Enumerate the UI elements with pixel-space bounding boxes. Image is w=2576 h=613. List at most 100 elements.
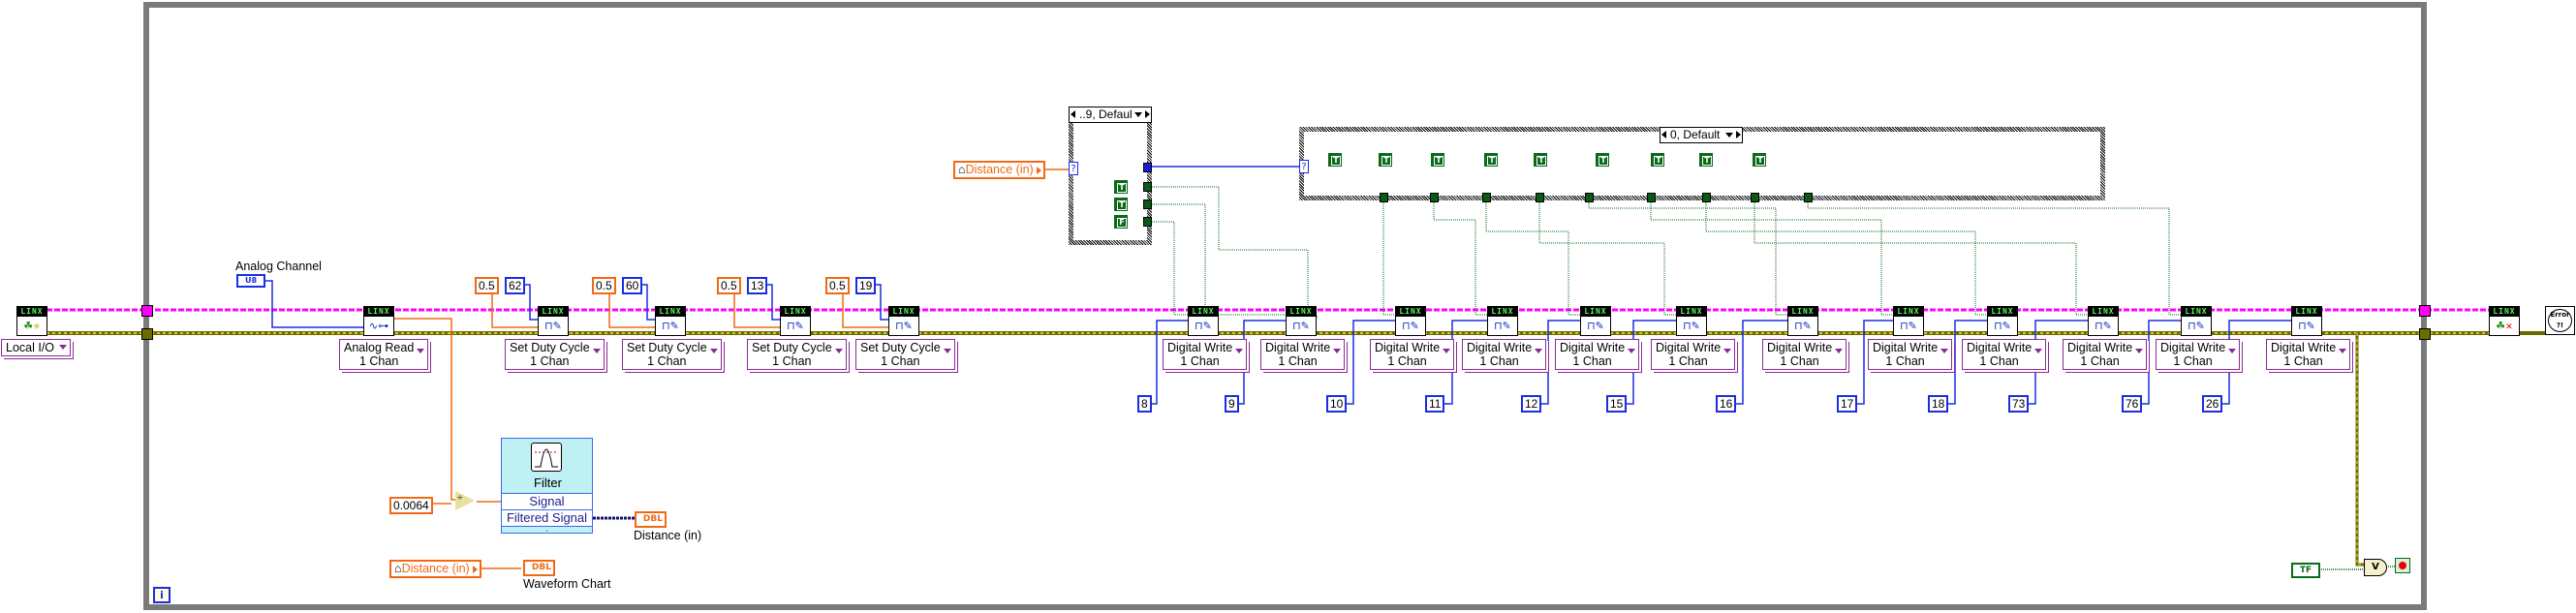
analog-channel-control[interactable]: U8 xyxy=(236,274,265,288)
prev-case-icon[interactable] xyxy=(1661,131,1666,138)
set-duty-cycle-selector[interactable]: Set Duty Cycle 1 Chan xyxy=(622,339,722,370)
boolean-wire[interactable] xyxy=(1807,202,2181,316)
case-1-output-tunnel-bool[interactable] xyxy=(1143,217,1152,227)
case-2-output-tunnel-bool[interactable] xyxy=(1482,193,1491,202)
digital-write-selector[interactable]: Digital Write 1 Chan xyxy=(1868,339,1953,370)
pwm-channel-constant[interactable]: 19 xyxy=(855,277,877,294)
boolean-wire[interactable] xyxy=(1152,186,1318,318)
digital-write-block[interactable]: LINX ⊓✎ xyxy=(1188,306,1219,336)
divide-constant[interactable]: 0.0064 xyxy=(389,497,433,514)
analog-read-block[interactable]: LINX ∿⊶ xyxy=(363,306,394,336)
digital-pin-constant[interactable]: 8 xyxy=(1137,395,1152,413)
duty-cycle-constant[interactable]: 0.5 xyxy=(475,277,499,294)
loop-tunnel-resource-right[interactable] xyxy=(2419,305,2431,317)
digital-write-selector[interactable]: Digital Write 1 Chan xyxy=(1260,339,1346,370)
iteration-terminal[interactable]: i xyxy=(153,587,171,603)
duty-cycle-constant[interactable]: 0.5 xyxy=(592,277,616,294)
linx-close-block[interactable]: LINX ☘✕ xyxy=(2489,306,2520,336)
boolean-constant[interactable]: T xyxy=(1114,180,1128,194)
case-1-selector-terminal[interactable]: ? xyxy=(1069,162,1078,175)
case-2-output-tunnel-bool[interactable] xyxy=(1702,193,1711,202)
while-loop-bottom-border[interactable] xyxy=(143,604,2427,610)
boolean-wire[interactable] xyxy=(1588,202,1787,316)
boolean-wire[interactable] xyxy=(1152,221,1188,316)
digital-write-selector[interactable]: Digital Write 1 Chan xyxy=(1651,339,1736,370)
pwm-channel-wire[interactable] xyxy=(641,284,655,321)
digital-pin-constant[interactable]: 26 xyxy=(2202,395,2223,413)
boolean-constant[interactable]: F xyxy=(1114,215,1128,229)
digital-write-block[interactable]: LINX ⊓✎ xyxy=(1286,306,1317,336)
case-2-output-tunnel-bool[interactable] xyxy=(1430,193,1439,202)
digital-write-selector[interactable]: Digital Write 1 Chan xyxy=(1370,339,1455,370)
next-case-icon[interactable] xyxy=(1736,131,1741,138)
boolean-wire[interactable] xyxy=(1485,202,1580,316)
digital-pin-constant[interactable]: 73 xyxy=(2008,395,2030,413)
case-2-selector-terminal[interactable]: ? xyxy=(1299,160,1309,173)
pwm-channel-constant[interactable]: 60 xyxy=(622,277,643,294)
digital-write-selector[interactable]: Digital Write 1 Chan xyxy=(2156,339,2241,370)
expand-icon[interactable]: ⌄ xyxy=(502,526,592,535)
case-1-output-tunnel-int[interactable] xyxy=(1143,163,1152,172)
digital-pin-constant[interactable]: 12 xyxy=(1521,395,1542,413)
digital-pin-constant[interactable]: 18 xyxy=(1928,395,1949,413)
digital-write-selector[interactable]: Digital Write 1 Chan xyxy=(2266,339,2351,370)
filter-input-signal[interactable]: Signal xyxy=(502,493,592,509)
digital-pin-constant[interactable]: 9 xyxy=(1225,395,1239,413)
case-1-selector[interactable]: ..9, Defaul xyxy=(1069,107,1152,123)
pwm-channel-wire[interactable] xyxy=(524,284,538,321)
boolean-constant[interactable]: T xyxy=(1328,153,1342,167)
digital-write-selector[interactable]: Digital Write 1 Chan xyxy=(2063,339,2148,370)
boolean-constant[interactable]: T xyxy=(1534,153,1547,167)
set-duty-cycle-block[interactable]: LINX ⊓✎ xyxy=(888,306,919,336)
analog-read-selector[interactable]: Analog Read 1 Chan xyxy=(339,339,429,370)
digital-write-block[interactable]: LINX ⊓✎ xyxy=(1580,306,1611,336)
digital-write-selector[interactable]: Digital Write 1 Chan xyxy=(1762,339,1847,370)
simple-error-handler[interactable]: Error ?! xyxy=(2545,306,2575,335)
next-case-icon[interactable] xyxy=(1145,110,1150,118)
digital-write-selector[interactable]: Digital Write 1 Chan xyxy=(1555,339,1640,370)
digital-write-selector[interactable]: Digital Write 1 Chan xyxy=(1962,339,2047,370)
digital-write-block[interactable]: LINX ⊓✎ xyxy=(1787,306,1818,336)
pwm-channel-wire[interactable] xyxy=(875,284,888,321)
boolean-constant[interactable]: T xyxy=(1651,153,1664,167)
filter-output-filtered-signal[interactable]: Filtered Signal xyxy=(502,509,592,526)
boolean-wire[interactable] xyxy=(1433,202,1487,316)
case-1-output-tunnel-bool[interactable] xyxy=(1143,182,1152,192)
loop-tunnel-error-right[interactable] xyxy=(2419,328,2431,340)
distance-local-variable-2[interactable]: ⌂Distance (in) xyxy=(389,560,481,578)
case-2-output-tunnel-bool[interactable] xyxy=(1380,193,1388,202)
boolean-wire[interactable] xyxy=(1538,202,1676,316)
digital-pin-constant[interactable]: 16 xyxy=(1716,395,1737,413)
boolean-constant[interactable]: T xyxy=(1699,153,1713,167)
loop-condition-terminal[interactable] xyxy=(2395,558,2410,573)
boolean-wire[interactable] xyxy=(1382,202,1395,316)
case-2-output-tunnel-bool[interactable] xyxy=(1751,193,1759,202)
prev-case-icon[interactable] xyxy=(1071,110,1075,118)
pwm-channel-constant[interactable]: 13 xyxy=(747,277,768,294)
case-2-output-tunnel-bool[interactable] xyxy=(1585,193,1594,202)
case-2-selector[interactable]: 0, Default xyxy=(1660,127,1743,143)
linx-open-block[interactable]: LINX ☘✳ xyxy=(16,306,47,336)
digital-write-block[interactable]: LINX ⊓✎ xyxy=(1987,306,2018,336)
or-gate[interactable]: V xyxy=(2364,559,2387,576)
case-2-output-tunnel-bool[interactable] xyxy=(1804,193,1813,202)
digital-write-block[interactable]: LINX ⊓✎ xyxy=(2291,306,2322,336)
distance-indicator[interactable]: DBL xyxy=(635,511,667,528)
digital-pin-constant[interactable]: 17 xyxy=(1837,395,1858,413)
boolean-wire[interactable] xyxy=(1705,202,1987,316)
filter-express-vi[interactable]: Filter Signal Filtered Signal ⌄ xyxy=(501,438,593,534)
boolean-wire[interactable] xyxy=(1650,202,1893,316)
set-duty-cycle-block[interactable]: LINX ⊓✎ xyxy=(538,306,569,336)
digital-write-block[interactable]: LINX ⊓✎ xyxy=(1893,306,1924,336)
boolean-wire[interactable] xyxy=(1754,202,2088,316)
set-duty-cycle-selector[interactable]: Set Duty Cycle 1 Chan xyxy=(747,339,847,370)
digital-write-block[interactable]: LINX ⊓✎ xyxy=(2181,306,2212,336)
set-duty-cycle-selector[interactable]: Set Duty Cycle 1 Chan xyxy=(505,339,605,370)
digital-pin-constant[interactable]: 15 xyxy=(1606,395,1628,413)
case-structure-1[interactable] xyxy=(1069,107,1152,245)
boolean-constant[interactable]: T xyxy=(1379,153,1392,167)
digital-write-block[interactable]: LINX ⊓✎ xyxy=(1676,306,1707,336)
set-duty-cycle-block[interactable]: LINX ⊓✎ xyxy=(780,306,811,336)
distance-local-variable-1[interactable]: ⌂Distance (in) xyxy=(953,161,1045,179)
duty-cycle-constant[interactable]: 0.5 xyxy=(717,277,741,294)
